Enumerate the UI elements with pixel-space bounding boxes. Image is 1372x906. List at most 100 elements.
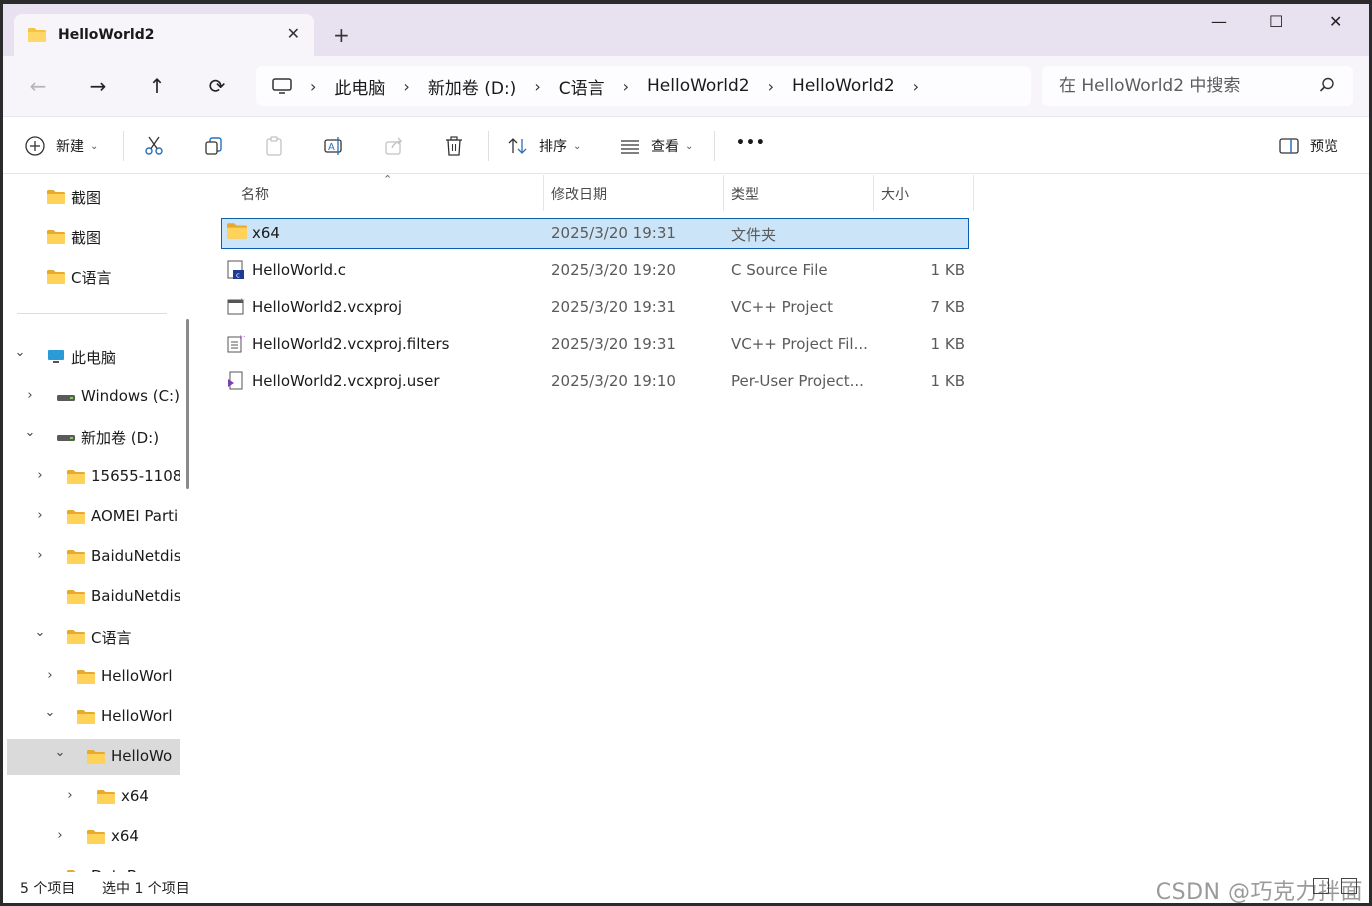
new-button[interactable]: 新建 ⌄: [24, 135, 98, 157]
chevron-right-icon[interactable]: ›: [63, 788, 77, 803]
column-divider[interactable]: [543, 175, 544, 211]
tab-helloworld2[interactable]: HelloWorld2 ✕: [14, 14, 314, 56]
sidebar-item-label: C语言: [71, 269, 112, 287]
maximize-button[interactable]: ☐: [1269, 12, 1283, 31]
file-row[interactable]: ++ HelloWorld2.vcxproj.filters 2025/3/20 1…: [221, 329, 969, 360]
sidebar-item[interactable]: › AOMEI Parti: [3, 499, 180, 535]
sidebar-scrollbar[interactable]: [186, 319, 189, 489]
sidebar-item[interactable]: ⌄ 此电脑: [3, 339, 180, 375]
breadcrumb-this-pc[interactable]: 此电脑: [334, 74, 385, 99]
tiles-view-icon[interactable]: [1341, 878, 1357, 894]
file-name: HelloWorld2.vcxproj.user: [252, 372, 440, 390]
paste-button[interactable]: [263, 135, 285, 157]
chevron-down-icon[interactable]: ⌄: [33, 625, 47, 640]
preview-pane-button[interactable]: 预览: [1278, 135, 1338, 157]
file-name: HelloWorld2.vcxproj: [252, 298, 403, 316]
chevron-down-icon[interactable]: ⌄: [13, 345, 27, 360]
sidebar-item[interactable]: ⌄ 新加卷 (D:): [3, 419, 180, 455]
share-button[interactable]: [383, 135, 405, 157]
folder-icon: [87, 830, 105, 844]
sidebar-item-label: 截图: [71, 189, 102, 207]
chevron-down-icon[interactable]: ⌄: [23, 425, 37, 440]
file-type: C Source File: [731, 261, 828, 279]
chevron-right-icon[interactable]: ›: [23, 388, 37, 403]
chevron-right-icon[interactable]: ›: [43, 668, 57, 683]
sidebar-divider: [17, 313, 167, 314]
sidebar-item[interactable]: ⌄ HelloWorl: [3, 699, 180, 735]
file-icon-wrap: ++: [227, 334, 248, 354]
sort-button[interactable]: 排序 ⌄: [507, 135, 581, 157]
sidebar-item[interactable]: ⌄ C语言: [3, 619, 180, 655]
breadcrumb-drive-d[interactable]: 新加卷 (D:): [428, 74, 517, 99]
chevron-right-icon[interactable]: ›: [53, 828, 67, 843]
file-row[interactable]: c HelloWorld.c 2025/3/20 19:20 C Source Fil…: [221, 255, 969, 286]
navigation-pane: 截图 截图 C语言 ⌄ 此电脑 › Windows (C:) ⌄ 新加卷 (D:) › 15655-…: [3, 175, 180, 872]
more-options-button[interactable]: •••: [736, 135, 766, 151]
vcxproj-icon: ++: [227, 297, 249, 315]
rename-icon: A: [324, 137, 342, 155]
up-button[interactable]: ↑: [144, 74, 170, 98]
close-tab-icon[interactable]: ✕: [287, 25, 300, 43]
forward-button[interactable]: →: [85, 74, 111, 98]
rename-button[interactable]: A: [323, 135, 345, 157]
close-window-button[interactable]: ✕: [1329, 12, 1342, 31]
sidebar-item[interactable]: ⌄ HelloWo: [7, 739, 180, 775]
tab-title: HelloWorld2: [58, 27, 155, 43]
chevron-right-icon[interactable]: ›: [33, 508, 47, 523]
delete-button[interactable]: [443, 135, 465, 157]
breadcrumb-helloworld2-parent[interactable]: HelloWorld2: [647, 76, 750, 96]
navigation-bar: ← → ↑ ⟳ › 此电脑 › 新加卷 (D:) › C语言 › HelloWo…: [3, 56, 1369, 116]
csdn-watermark: CSDN @巧克力拌面: [1155, 880, 1363, 903]
chevron-right-icon[interactable]: ›: [33, 468, 47, 483]
address-bar[interactable]: › 此电脑 › 新加卷 (D:) › C语言 › HelloWorld2 › H…: [256, 66, 1031, 106]
sidebar-item[interactable]: › HelloWorl: [3, 659, 180, 695]
search-box: [1042, 66, 1353, 106]
minimize-button[interactable]: —: [1211, 12, 1227, 31]
search-input[interactable]: [1059, 76, 1309, 96]
folder-icon: [67, 550, 85, 564]
column-divider[interactable]: [873, 175, 874, 211]
chevron-right-icon[interactable]: ›: [913, 77, 919, 96]
sidebar-item[interactable]: › 15655-1108: [3, 459, 180, 495]
sidebar-item[interactable]: ›DataBase: [3, 859, 180, 872]
breadcrumb-helloworld2-current[interactable]: HelloWorld2: [792, 76, 895, 96]
refresh-button[interactable]: ⟳: [204, 74, 230, 98]
sidebar-item[interactable]: C语言: [3, 259, 180, 295]
column-header-name[interactable]: 名称: [241, 175, 269, 213]
new-tab-button[interactable]: +: [333, 24, 350, 46]
file-row[interactable]: HelloWorld2.vcxproj.user 2025/3/20 19:10 P…: [221, 366, 969, 397]
back-button[interactable]: ←: [25, 74, 51, 98]
chevron-right-icon[interactable]: ›: [33, 548, 47, 563]
trash-icon: [446, 136, 462, 156]
breadcrumb-c-lang[interactable]: C语言: [559, 74, 605, 99]
column-header-size[interactable]: 大小: [881, 175, 909, 213]
view-button[interactable]: 查看 ⌄: [619, 135, 693, 157]
chevron-down-icon[interactable]: ⌄: [53, 745, 67, 760]
file-type: 文件夹: [731, 226, 777, 244]
file-row[interactable]: ++ HelloWorld2.vcxproj 2025/3/20 19:31 VC++…: [221, 292, 969, 323]
chevron-down-icon[interactable]: ⌄: [43, 705, 57, 720]
sidebar-item[interactable]: › Windows (C:): [3, 379, 180, 415]
search-icon[interactable]: [1319, 77, 1335, 93]
sidebar-item[interactable]: › x64: [3, 779, 180, 815]
details-view-icon[interactable]: [1313, 878, 1329, 894]
sidebar-item[interactable]: 截图: [3, 219, 180, 255]
chevron-right-icon: ›: [534, 76, 541, 96]
sidebar-item[interactable]: BaiduNetdis: [3, 579, 180, 615]
chevron-right-icon: ›: [767, 76, 775, 96]
column-divider[interactable]: [723, 175, 724, 211]
sidebar-item[interactable]: › BaiduNetdis: [3, 539, 180, 575]
column-divider[interactable]: [973, 175, 974, 211]
chevron-down-icon: ⌄: [90, 140, 99, 152]
sidebar-item-label: C语言: [91, 629, 132, 647]
file-row[interactable]: x64 2025/3/20 19:31 文件夹: [221, 218, 969, 249]
status-bar: 5 个项目 选中 1 个项目 CSDN @巧克力拌面: [3, 872, 1369, 903]
cut-button[interactable]: [143, 135, 165, 157]
column-header-date[interactable]: 修改日期: [551, 175, 607, 213]
sidebar-item-label: HelloWorl: [101, 707, 173, 725]
copy-button[interactable]: [203, 135, 225, 157]
sidebar-item[interactable]: 截图: [3, 179, 180, 215]
pc-icon: [272, 78, 292, 94]
sidebar-item[interactable]: › x64: [3, 819, 180, 855]
column-header-type[interactable]: 类型: [731, 175, 759, 213]
